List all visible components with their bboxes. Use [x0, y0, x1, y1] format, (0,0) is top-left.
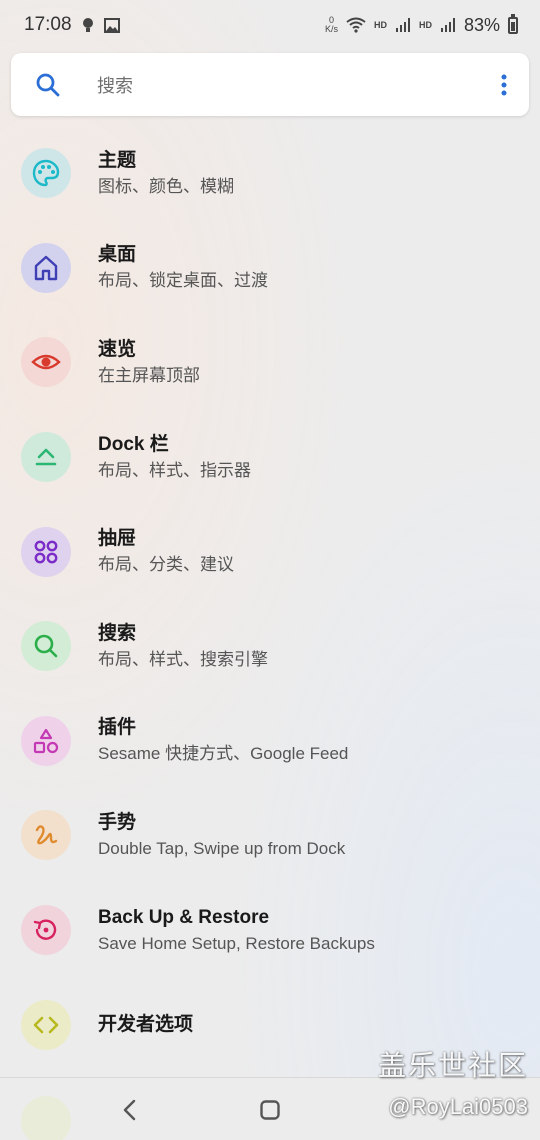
home-icon [21, 242, 71, 293]
eye-icon [21, 337, 71, 388]
item-title: 开发者选项 [98, 1013, 194, 1035]
battery-icon [508, 13, 518, 34]
item-title: 手势 [98, 811, 137, 833]
settings-item-widgets[interactable]: 插件 Sesame 快捷方式、Google Feed [0, 694, 540, 789]
search-icon [36, 73, 60, 96]
hd-label-2: HD [418, 20, 432, 30]
item-subtitle: 布局、分类、建议 [98, 555, 234, 575]
more-options-icon[interactable] [501, 74, 507, 96]
settings-item-dock[interactable]: Dock 栏 布局、样式、指示器 [0, 410, 540, 505]
battery-percent: 83% [463, 14, 500, 35]
settings-item-search[interactable]: 搜索 布局、样式、搜索引擎 [0, 599, 540, 694]
item-subtitle: Sesame 快捷方式、Google Feed [98, 744, 349, 764]
item-title: 主题 [98, 149, 137, 171]
settings-item-drawer[interactable]: 抽屉 布局、分类、建议 [0, 504, 540, 599]
status-time: 17:08 [24, 14, 72, 35]
dock-icon [21, 432, 71, 483]
settings-list: 主题 图标、颜色、模糊 桌面 布局、锁定桌面、过渡 速览 在主屏幕顶部 Dock… [0, 126, 540, 1072]
settings-item-backup-restore[interactable]: Back Up & Restore Save Home Setup, Resto… [0, 883, 540, 978]
wifi-icon [346, 17, 366, 33]
gallery-icon [103, 17, 120, 33]
signal-icon [395, 18, 410, 32]
home-button-icon[interactable] [260, 1100, 280, 1120]
item-subtitle: 图标、颜色、模糊 [98, 176, 234, 196]
item-subtitle: Save Home Setup, Restore Backups [98, 933, 375, 953]
info-icon [21, 1096, 71, 1140]
item-title: 搜索 [98, 622, 137, 644]
status-bar: 17:08 0 K/s HD HD 83% [0, 0, 540, 50]
watermark-community: 盖乐世社区 [377, 1050, 528, 1081]
code-icon [21, 999, 71, 1050]
apps-grid-icon [21, 526, 71, 577]
item-title: 插件 [98, 717, 137, 739]
palette-icon [21, 148, 71, 199]
item-subtitle: 布局、样式、指示器 [98, 460, 251, 480]
item-title: 速览 [98, 338, 137, 360]
item-subtitle: 布局、样式、搜索引擎 [98, 649, 268, 669]
search-input[interactable]: 搜索 [97, 72, 133, 98]
settings-item-desktop[interactable]: 桌面 布局、锁定桌面、过渡 [0, 221, 540, 316]
item-title: Dock 栏 [98, 433, 169, 455]
item-title: 抽屉 [98, 528, 137, 550]
item-subtitle: 在主屏幕顶部 [98, 365, 200, 385]
search-bar[interactable]: 搜索 [11, 53, 529, 116]
item-subtitle: Double Tap, Swipe up from Dock [98, 838, 346, 858]
item-subtitle: 布局、锁定桌面、过渡 [98, 271, 268, 291]
item-title: Back Up & Restore [98, 906, 270, 928]
signal-icon [440, 18, 455, 32]
settings-item-glance[interactable]: 速览 在主屏幕顶部 [0, 315, 540, 410]
network-speed: 0 K/s [324, 15, 338, 34]
item-title: 桌面 [98, 244, 137, 266]
watermark-user: @RoyLai0503 [388, 1094, 528, 1119]
shapes-icon [21, 715, 71, 766]
gesture-icon [21, 810, 71, 861]
hd-label-1: HD [373, 20, 387, 30]
back-icon[interactable] [120, 1098, 140, 1122]
settings-item-gestures[interactable]: 手势 Double Tap, Swipe up from Dock [0, 788, 540, 883]
settings-item-theme[interactable]: 主题 图标、颜色、模糊 [0, 126, 540, 221]
lightbulb-icon [82, 18, 93, 32]
backup-restore-icon [21, 905, 71, 956]
search-icon [21, 621, 71, 672]
